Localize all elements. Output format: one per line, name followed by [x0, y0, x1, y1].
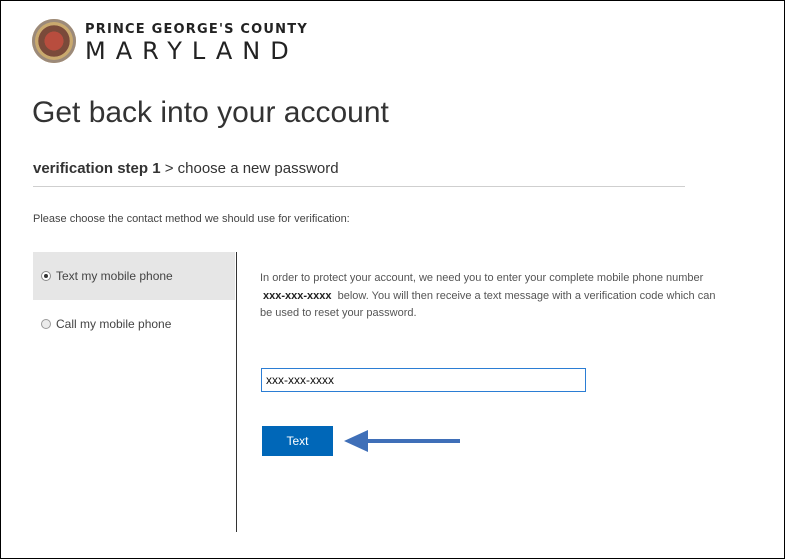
left-arrow-icon [344, 430, 460, 452]
masked-phone-number: xxx-xxx-xxxx [263, 289, 332, 302]
current-step: verification step 1 [33, 160, 161, 177]
radio-unchecked-icon[interactable] [41, 319, 51, 329]
contact-method-list: Text my mobile phone Call my mobile phon… [33, 252, 235, 348]
description-text: In order to protect your account, we nee… [260, 272, 704, 284]
options-divider [236, 252, 237, 532]
org-name-line1: PRINCE GEORGE'S COUNTY [85, 22, 308, 37]
page-title: Get back into your account [32, 96, 389, 129]
county-seal-icon [32, 19, 76, 63]
option-label: Call my mobile phone [56, 317, 172, 331]
phone-number-input[interactable] [261, 368, 586, 392]
breadcrumb-divider [33, 186, 685, 187]
org-name-line2: MARYLAND [85, 37, 299, 65]
radio-checked-icon[interactable] [41, 271, 51, 281]
option-call-mobile[interactable]: Call my mobile phone [33, 300, 235, 348]
verification-description: In order to protect your account, we nee… [260, 270, 720, 323]
text-button[interactable]: Text [262, 426, 333, 456]
verification-instructions: Please choose the contact method we shou… [33, 213, 350, 225]
option-text-mobile[interactable]: Text my mobile phone [33, 252, 235, 300]
step-breadcrumb: verification step 1 > choose a new passw… [33, 160, 339, 177]
next-step: choose a new password [177, 160, 339, 177]
option-label: Text my mobile phone [56, 269, 173, 283]
step-separator: > [164, 160, 174, 177]
